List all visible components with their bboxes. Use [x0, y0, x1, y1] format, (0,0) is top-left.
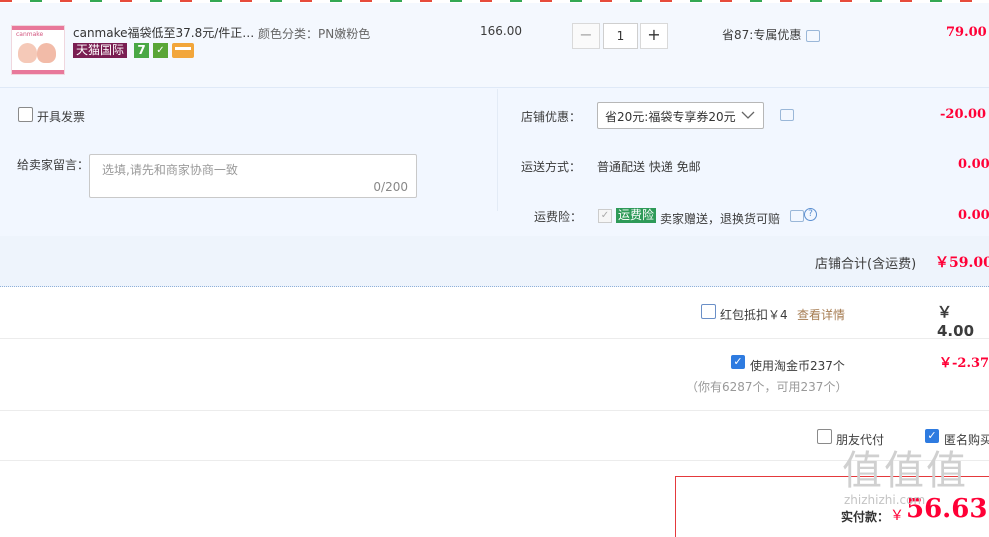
guarantee-icon: ✓ [153, 43, 168, 58]
insurance-desc: 卖家赠送，退换货可赔 [660, 212, 781, 226]
help-icon[interactable]: ? [804, 208, 817, 221]
shop-total-amount: ￥59.00 [935, 255, 989, 271]
invoice-label: 开具发票 [37, 110, 86, 124]
watermark-url: zhizhizhi.com [844, 493, 926, 507]
memo-char-counter: 0/200 [373, 180, 408, 194]
memo-label: 给卖家留言： [17, 158, 90, 172]
insurance-amount: 0.00 [958, 208, 989, 223]
redpacket-amount: ￥ 4.00 [937, 303, 975, 340]
taojinbi-amount: ￥-2.37 [939, 356, 989, 371]
thumb-band-top [12, 26, 64, 30]
quantity-increase-button[interactable]: + [640, 23, 668, 49]
section-separator [0, 338, 989, 339]
item-promo-text: 省87:专属优惠 [722, 28, 802, 42]
thumb-brand-text: canmake [16, 31, 44, 38]
sku-option: 颜色分类：PN嫩粉色 [258, 27, 371, 41]
tmall-intl-tag: 天猫国际 [73, 43, 128, 58]
taojinbi-note: （你有6287个，可用237个） [686, 380, 848, 394]
shop-coupon-selected: 省20元:福袋专享券20元 [605, 110, 736, 124]
shipping-amount: 0.00 [958, 157, 989, 172]
quantity-input[interactable]: 1 [603, 23, 638, 49]
thumb-figure-left [18, 43, 37, 63]
coupon-chat-icon[interactable] [780, 109, 794, 121]
shop-coupon-select[interactable]: 省20元:福袋专享券20元 [597, 102, 764, 129]
redpacket-checkbox[interactable] [701, 304, 716, 319]
watermark-logo: 值值值 zhizhizhi.com [842, 430, 989, 520]
redpacket-details-link[interactable]: 查看详情 [797, 306, 845, 323]
shop-total-label: 店铺合计(含运费) [815, 257, 917, 272]
seven-day-return-icon: 7 [134, 43, 149, 58]
taojinbi-checkbox[interactable]: ✓ [731, 355, 745, 369]
friend-pay-checkbox[interactable] [817, 429, 832, 444]
top-decorative-stripe [0, 0, 989, 2]
insurance-chat-icon[interactable] [790, 210, 804, 222]
section-separator [0, 410, 989, 411]
thumb-band-bottom [12, 70, 64, 74]
quantity-decrease-button[interactable]: − [572, 23, 600, 49]
shop-coupon-label: 店铺优惠： [521, 110, 582, 124]
unit-price: 166.00 [480, 24, 522, 38]
section-separator [0, 460, 989, 461]
invoice-checkbox[interactable] [18, 107, 33, 122]
insurance-checkbox-disabled: ✓ [598, 209, 612, 223]
watermark-brand: 值值值 [842, 448, 968, 494]
credit-card-icon [172, 43, 194, 58]
shipping-method: 普通配送 快递 免邮 [597, 160, 701, 174]
product-title-link[interactable]: canmake福袋低至37.8元/件正… [73, 24, 254, 41]
product-thumbnail[interactable]: canmake [11, 25, 65, 75]
insurance-label: 运费险： [534, 210, 583, 224]
redpacket-label: 红包抵扣￥4 [720, 308, 788, 322]
shop-coupon-amount: -20.00 [940, 107, 987, 122]
taojinbi-label: 使用淘金币237个 [750, 359, 845, 373]
chevron-down-icon [741, 111, 755, 119]
chat-icon[interactable] [806, 30, 820, 42]
shipping-label: 运送方式： [521, 160, 582, 174]
insurance-badge: 运费险 [616, 208, 657, 223]
thumb-figure-right [37, 43, 56, 63]
info-panel-divider [497, 89, 498, 211]
item-subtotal: 79.00 [946, 25, 987, 40]
seller-memo-textarea[interactable]: 选填,请先和商家协商一致 0/200 [89, 154, 417, 198]
memo-placeholder: 选填,请先和商家协商一致 [102, 163, 238, 177]
